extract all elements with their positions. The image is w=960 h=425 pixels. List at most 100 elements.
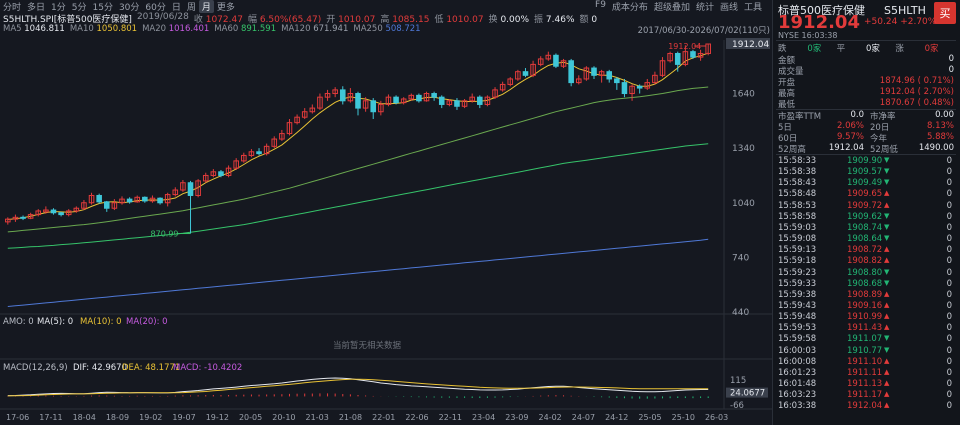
candle-body	[553, 54, 559, 67]
candle-body	[157, 197, 163, 204]
candle-body	[614, 78, 620, 84]
candle-body	[591, 67, 597, 76]
candle-body	[256, 151, 262, 155]
macd-legend-2: DEA: 48.1771	[122, 363, 180, 373]
trade-tick-row: 15:59:53 1911.43 ▲ 0	[778, 323, 952, 334]
trade-tick-row: 16:00:08 1911.10 ▲ 0	[778, 356, 952, 367]
trade-tick-row: 15:59:23 1908.80 ▼ 0	[778, 267, 952, 278]
x-tick-label: 21-08	[339, 413, 362, 422]
candle-body	[50, 209, 57, 214]
trade-tick-row: 16:01:23 1911.11 ▲ 0	[778, 367, 952, 378]
macd-tick-label: -66	[730, 401, 744, 411]
trade-tick-row: 16:03:38 1912.04 ▲ 0	[778, 401, 952, 412]
x-tick-label: 22-11	[439, 413, 462, 422]
trade-tick-row: 15:59:18 1908.82 ▲ 0	[778, 256, 952, 267]
breadth-row: 跌 0家平 0家涨 0家	[778, 44, 939, 54]
x-tick-label: 25-10	[672, 413, 695, 422]
dea-line	[7, 378, 709, 397]
trade-tick-row: 15:59:58 1911.07 ▼ 0	[778, 334, 952, 345]
candle-body	[103, 201, 110, 209]
candle-body	[20, 216, 26, 219]
down-arrow-icon: ▼	[884, 234, 890, 243]
candle-body	[96, 194, 102, 203]
candle-body	[621, 82, 628, 95]
trade-tick-row: 15:59:13 1908.72 ▲ 0	[778, 245, 952, 256]
trade-tick-row: 15:59:43 1909.16 ▲ 0	[778, 300, 952, 311]
min-mark-label: 870.99	[151, 230, 179, 239]
side-divider	[776, 40, 956, 41]
trade-tick-row: 16:01:48 1911.13 ▲ 0	[778, 379, 952, 389]
side-divider	[776, 154, 956, 155]
x-tick-label: 22-06	[405, 413, 428, 422]
trade-tick-row: 15:59:33 1908.68 ▼ 0	[778, 278, 952, 289]
down-arrow-icon: ▼	[884, 267, 890, 276]
down-arrow-icon: ▼	[884, 222, 890, 231]
macd-legend-3: MACD: -10.4202	[173, 363, 242, 373]
max-mark-label: 1912.04	[668, 42, 701, 51]
candle-body	[218, 171, 224, 176]
ma120-line	[7, 143, 709, 249]
up-arrow-icon: ▲	[884, 289, 890, 298]
trade-tick-row: 15:58:38 1909.57 ▼ 0	[778, 167, 952, 178]
candle-body	[187, 182, 194, 196]
x-tick-label: 23-09	[505, 413, 528, 422]
macd-legend-0: MACD(12,26,9)	[3, 363, 68, 373]
candle-body	[477, 96, 483, 105]
x-tick-label: 24-02	[539, 413, 562, 422]
candle-body	[454, 100, 460, 107]
x-tick-label: 20-05	[239, 413, 262, 422]
ma5-line	[7, 52, 709, 220]
up-arrow-icon: ▲	[884, 390, 890, 399]
macd-legend-1: DIF: 42.9670	[73, 363, 127, 373]
candle-body	[674, 52, 681, 65]
x-tick-label: 24-07	[572, 413, 595, 422]
x-tick-label: 19-07	[172, 413, 195, 422]
x-tick-label: 19-02	[139, 413, 162, 422]
trade-tick-row: 16:00:03 1910.77 ▼ 0	[778, 345, 952, 356]
up-arrow-icon: ▲	[884, 189, 890, 198]
x-tick-label: 20-10	[272, 413, 295, 422]
trade-tick-row: 15:59:03 1908.74 ▼ 0	[778, 222, 952, 233]
up-arrow-icon: ▲	[884, 323, 890, 332]
down-arrow-icon: ▼	[884, 345, 890, 354]
amo-legend-0: AMO: 0	[3, 317, 34, 327]
trade-tick-row: 15:58:58 1909.62 ▼ 0	[778, 211, 952, 222]
candle-body	[393, 96, 399, 104]
candle-body	[339, 89, 346, 102]
candle-body	[690, 51, 696, 58]
candle-body	[416, 94, 422, 102]
amo-legend-1: MA(5): 0	[37, 317, 73, 327]
trade-tick-row: 15:59:38 1908.89 ▲ 0	[778, 289, 952, 300]
candle-body	[370, 100, 377, 113]
up-arrow-icon: ▲	[884, 300, 890, 309]
y-tick-label: 1640	[732, 90, 755, 100]
trade-tick-row: 15:58:43 1909.49 ▼ 0	[778, 178, 952, 189]
trade-tick-row: 15:58:48 1909.65 ▲ 0	[778, 189, 952, 200]
up-arrow-icon: ▲	[884, 356, 890, 365]
price-change: +50.24 +2.70%	[864, 17, 937, 27]
y-tick-label: 1040	[732, 199, 755, 209]
candle-body	[522, 71, 529, 76]
down-arrow-icon: ▼	[884, 334, 890, 343]
down-arrow-icon: ▼	[884, 178, 890, 187]
up-arrow-icon: ▲	[884, 367, 890, 376]
x-tick-label: 18-09	[106, 413, 129, 422]
amo-legend-3: MA(20): 0	[126, 317, 168, 327]
down-arrow-icon: ▼	[884, 156, 890, 164]
kline-chart[interactable]: 1912.04 1640 1340 1040 740 440 1912.04 870.99 AM…	[0, 0, 772, 425]
down-arrow-icon: ▼	[884, 278, 890, 287]
trade-tick-row: 15:58:53 1909.72 ▲ 0	[778, 200, 952, 211]
down-arrow-icon: ▼	[884, 211, 890, 220]
candle-body	[636, 85, 643, 89]
x-tick-label: 17-06	[6, 413, 29, 422]
macd-tick-label: 115	[730, 376, 746, 386]
x-tick-label: 21-03	[306, 413, 329, 422]
candle-body	[142, 196, 148, 202]
amo-legend-2: MA(10): 0	[80, 317, 122, 327]
buy-button[interactable]: 买	[934, 2, 956, 24]
trade-tick-row: 15:58:33 1909.90 ▼ 0	[778, 156, 952, 166]
x-tick-label: 17-11	[39, 413, 62, 422]
y-tick-label: 1340	[732, 144, 755, 154]
down-arrow-icon: ▼	[884, 167, 890, 176]
x-tick-label: 24-12	[605, 413, 628, 422]
